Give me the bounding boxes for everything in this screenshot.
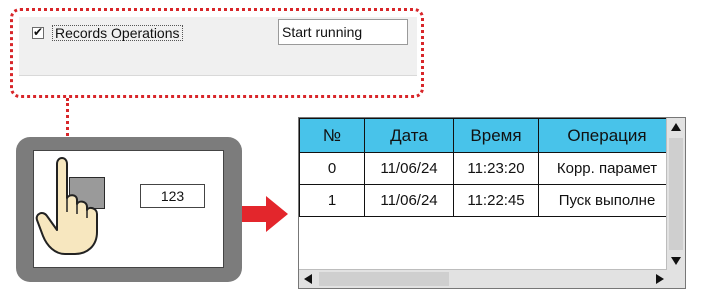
table-row[interactable]: 0 11/06/24 11:23:20 Корр. парамет: [299, 152, 676, 185]
cell-operation: Пуск выполне: [538, 184, 676, 217]
cell-number: 0: [299, 152, 365, 185]
hmi-numeric-display: 123: [140, 184, 205, 208]
column-header-operation[interactable]: Операция: [538, 118, 676, 153]
horizontal-scrollbar[interactable]: [299, 269, 669, 288]
cell-date: 11/06/24: [364, 152, 454, 185]
operation-log-table: № Дата Время Операция 0 11/06/24 11:23:2…: [299, 118, 676, 217]
records-operations-label[interactable]: Records Operations: [52, 25, 183, 41]
column-header-number[interactable]: №: [299, 118, 365, 153]
pointing-hand-icon: [35, 157, 98, 255]
operation-text-field[interactable]: Start running: [278, 19, 408, 45]
scroll-left-icon[interactable]: [304, 274, 312, 284]
column-header-time[interactable]: Время: [453, 118, 539, 153]
table-header-row: № Дата Время Операция: [299, 118, 676, 153]
column-header-date[interactable]: Дата: [364, 118, 454, 153]
cell-number: 1: [299, 184, 365, 217]
cell-time: 11:22:45: [453, 184, 539, 217]
cell-operation: Корр. парамет: [538, 152, 676, 185]
records-operations-checkbox[interactable]: [32, 25, 44, 39]
scroll-down-icon[interactable]: [671, 257, 681, 265]
settings-callout: Records Operations Start running: [10, 8, 424, 98]
vertical-scrollbar[interactable]: [666, 118, 685, 270]
right-arrow-icon: [242, 196, 288, 232]
table-row[interactable]: 1 11/06/24 11:22:45 Пуск выполне: [299, 184, 676, 217]
cell-time: 11:23:20: [453, 152, 539, 185]
cell-date: 11/06/24: [364, 184, 454, 217]
scroll-right-icon[interactable]: [656, 274, 664, 284]
operation-log-grid: № Дата Время Операция 0 11/06/24 11:23:2…: [298, 117, 686, 289]
scroll-up-icon[interactable]: [671, 123, 681, 131]
horizontal-scroll-thumb[interactable]: [319, 272, 449, 286]
vertical-scroll-thumb[interactable]: [669, 138, 683, 250]
scrollbar-corner: [667, 268, 685, 288]
settings-panel: Records Operations Start running: [19, 17, 417, 76]
